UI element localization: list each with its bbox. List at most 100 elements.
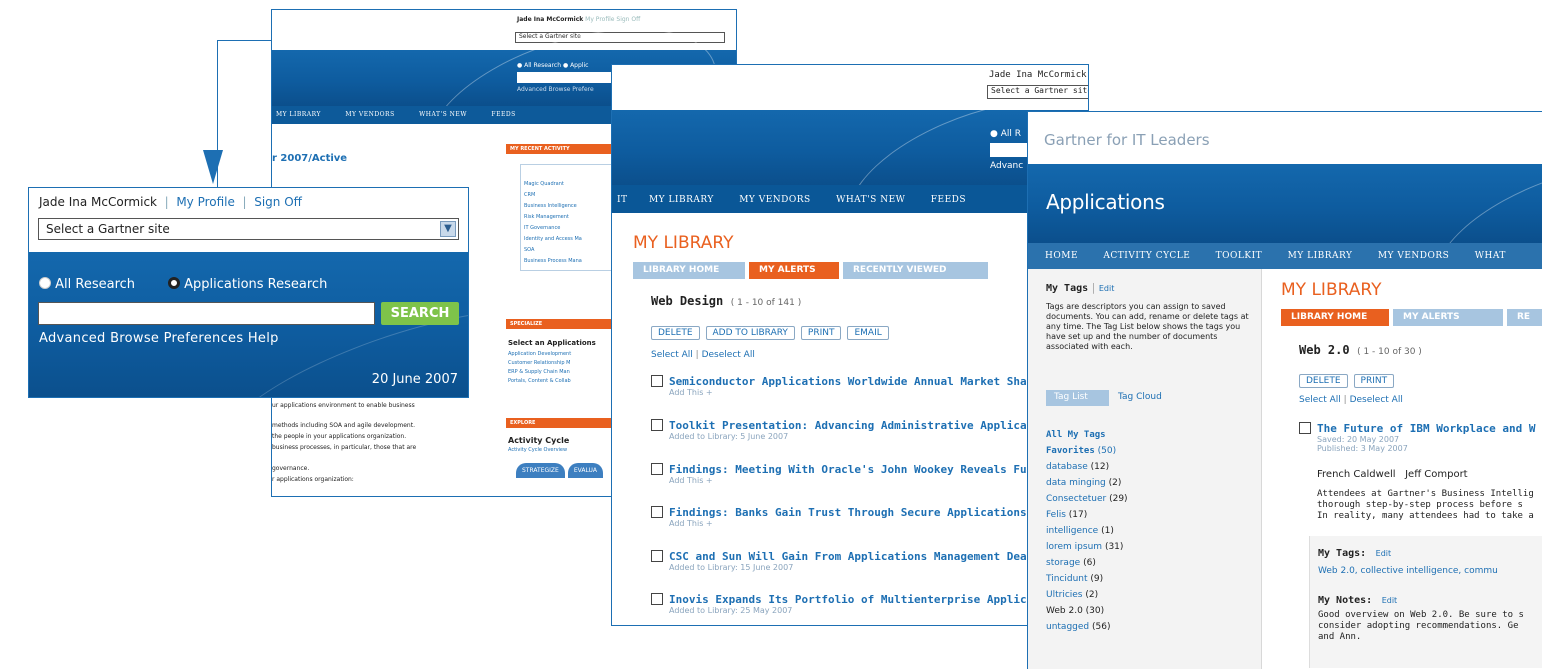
pill-evaluate[interactable]: EVALUA <box>567 463 603 478</box>
tab-library-home[interactable]: LIBRARY HOME <box>633 262 745 279</box>
tag-list: All My Tags Favorites (50) database (12)… <box>1046 427 1128 635</box>
search-button[interactable]: SEARCH <box>381 302 459 325</box>
front-window: Gartner for IT Leaders Applications HOME… <box>1027 111 1542 669</box>
tag-list-tab[interactable]: Tag List <box>1046 390 1109 406</box>
middle-window: Jade Ina McCormick Select a Gartner site… <box>611 64 1089 626</box>
checkbox[interactable] <box>651 550 663 562</box>
my-profile-link[interactable]: My Profile <box>176 195 235 209</box>
sign-off-link[interactable]: Sign Off <box>254 195 302 209</box>
print-button[interactable]: PRINT <box>800 326 842 340</box>
my-tags-edit-link[interactable]: Edit <box>1376 549 1392 558</box>
my-notes-edit-link[interactable]: Edit <box>1382 596 1398 605</box>
list-item[interactable]: database (12) <box>1046 459 1128 475</box>
mid-search-input[interactable] <box>990 143 1030 157</box>
print-button[interactable]: PRINT <box>1353 374 1395 388</box>
tab-my-alerts[interactable]: MY ALERTS <box>1393 309 1503 326</box>
front-buttons: DELETE PRINT <box>1299 373 1400 388</box>
search-links: Advanced Browse Preferences Help <box>39 331 279 346</box>
checkbox[interactable] <box>651 506 663 518</box>
select-all-link[interactable]: Select All <box>651 350 693 360</box>
front-select-links: Select All | Deselect All <box>1299 395 1403 405</box>
mid-search-mini: ● All R Advanc <box>990 129 1030 171</box>
tab-library-home[interactable]: LIBRARY HOME <box>1281 309 1389 326</box>
section-title: Applications <box>1046 190 1165 214</box>
user-bar: Jade Ina McCormick | My Profile | Sign O… <box>39 195 302 209</box>
select-all-link[interactable]: Select All <box>1299 395 1341 405</box>
search-input[interactable] <box>38 302 375 325</box>
tag-cloud-tab[interactable]: Tag Cloud <box>1118 392 1162 402</box>
mid-buttons: DELETE ADD TO LIBRARY PRINT EMAIL <box>651 325 895 340</box>
tab-my-alerts[interactable]: MY ALERTS <box>749 262 839 279</box>
notes-box: My Tags: Edit Web 2.0, collective intell… <box>1309 536 1542 668</box>
user-name: Jade Ina McCormick <box>39 195 157 209</box>
list-item[interactable]: untagged (56) <box>1046 619 1128 635</box>
front-library-title: MY LIBRARY <box>1281 280 1382 300</box>
browse-link[interactable]: Browse <box>110 331 159 346</box>
list-item: Inovis Expands Its Portfolio of Multient… <box>651 593 1066 615</box>
chevron-down-icon[interactable]: ▼ <box>440 221 456 237</box>
authors: French Caldwell Jeff Comport <box>1317 469 1468 480</box>
mid-library-title: MY LIBRARY <box>633 233 734 253</box>
add-to-library-button[interactable]: ADD TO LIBRARY <box>705 326 795 340</box>
tab-recently-viewed[interactable]: RE <box>1507 309 1542 326</box>
list-item[interactable]: Ultricies (2) <box>1046 587 1128 603</box>
list-item[interactable]: Favorites (50) <box>1046 443 1128 459</box>
radio-applications-research[interactable]: Applications Research <box>168 277 327 292</box>
list-item[interactable]: intelligence (1) <box>1046 523 1128 539</box>
all-tags-link[interactable]: All My Tags <box>1046 427 1128 443</box>
advanced-link[interactable]: Advanced <box>39 331 106 346</box>
brand-bar: Gartner for IT Leaders <box>1044 131 1210 149</box>
list-item[interactable]: storage (6) <box>1046 555 1128 571</box>
tab-recently-viewed[interactable]: RECENTLY VIEWED <box>843 262 988 279</box>
deselect-all-link[interactable]: Deselect All <box>702 350 755 360</box>
tags-heading: My Tags | Edit <box>1046 281 1115 294</box>
callout-arrow <box>203 150 223 184</box>
list-item[interactable]: data minging (2) <box>1046 475 1128 491</box>
delete-button[interactable]: DELETE <box>651 326 700 340</box>
back-user-bar: Jade Ina McCormick My Profile Sign Off <box>517 16 641 23</box>
list-item: Findings: Banks Gain Trust Through Secur… <box>651 506 1047 528</box>
back-search-input[interactable] <box>517 72 612 83</box>
front-folder-heading: Web 2.0 ( 1 - 10 of 30 ) <box>1299 343 1422 357</box>
mid-user: Jade Ina McCormick <box>989 70 1087 80</box>
front-tabs: LIBRARY HOME MY ALERTS RE <box>1281 309 1542 326</box>
callout-window: Jade Ina McCormick | My Profile | Sign O… <box>28 187 469 398</box>
date-label: 20 June 2007 <box>371 372 458 387</box>
list-item: Findings: Meeting With Oracle's John Woo… <box>651 463 1040 485</box>
preferences-link[interactable]: Preferences <box>164 331 244 346</box>
mid-site-select[interactable]: Select a Gartner site <box>987 85 1088 99</box>
help-link[interactable]: Help <box>248 331 279 346</box>
mid-folder-heading: Web Design ( 1 - 10 of 141 ) <box>651 294 802 308</box>
delete-button[interactable]: DELETE <box>1299 374 1348 388</box>
tags-edit-link[interactable]: Edit <box>1099 284 1115 293</box>
mid-select-links: Select All | Deselect All <box>651 350 755 360</box>
checkbox[interactable] <box>651 419 663 431</box>
list-item[interactable]: lorem ipsum (31) <box>1046 539 1128 555</box>
list-item: CSC and Sun Will Gain From Applications … <box>651 550 1033 572</box>
my-notes-text: Good overview on Web 2.0. Be sure to s c… <box>1318 610 1524 642</box>
list-item: The Future of IBM Workplace and W Saved:… <box>1299 422 1536 453</box>
tags-description: Tags are descriptors you can assign to s… <box>1046 302 1249 351</box>
list-item: Toolkit Presentation: Advancing Administ… <box>651 419 1053 441</box>
list-item[interactable]: Felis (17) <box>1046 507 1128 523</box>
checkbox[interactable] <box>651 463 663 475</box>
my-tags-value[interactable]: Web 2.0, collective intelligence, commu <box>1318 566 1498 576</box>
checkbox[interactable] <box>651 375 663 387</box>
front-nav: HOME ACTIVITY CYCLE TOOLKIT MY LIBRARY M… <box>1028 243 1542 269</box>
list-item: Semiconductor Applications Worldwide Ann… <box>651 375 1033 397</box>
abstract: Attendees at Gartner's Business Intellig… <box>1317 489 1534 521</box>
checkbox[interactable] <box>651 593 663 605</box>
site-select[interactable]: Select a Gartner site ▼ <box>38 218 459 240</box>
tags-sidebar: My Tags | Edit Tags are descriptors you … <box>1028 269 1262 669</box>
list-item[interactable]: Consectetuer (29) <box>1046 491 1128 507</box>
radio-all-research[interactable]: All Research <box>39 277 135 292</box>
pill-strategize[interactable]: STRATEGIZE <box>516 463 565 478</box>
mid-nav: IT MY LIBRARY MY VENDORS WHAT'S NEW FEED… <box>612 185 1088 213</box>
list-item[interactable]: Tincidunt (9) <box>1046 571 1128 587</box>
email-button[interactable]: EMAIL <box>847 326 889 340</box>
deselect-all-link[interactable]: Deselect All <box>1350 395 1403 405</box>
list-item[interactable]: Web 2.0 (30) <box>1046 603 1128 619</box>
checkbox[interactable] <box>1299 422 1311 434</box>
back-body-text: ur applications environment to enable bu… <box>272 402 417 483</box>
radio-selected-icon <box>168 277 180 289</box>
